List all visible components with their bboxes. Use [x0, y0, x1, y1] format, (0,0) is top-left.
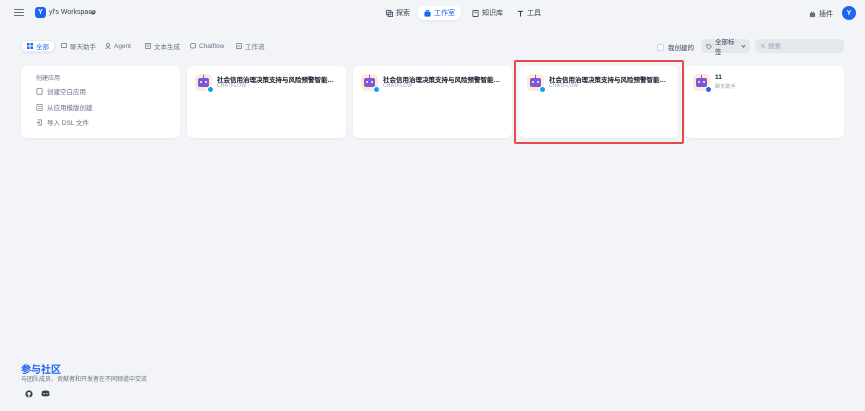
nav-tools[interactable]: 工具: [511, 6, 547, 20]
app-mode: CHATFLOW: [217, 83, 247, 89]
search-box[interactable]: [755, 39, 844, 53]
tag-icon: [706, 43, 712, 49]
app-mode: 聊天助手: [715, 84, 736, 90]
menu-icon[interactable]: [14, 9, 24, 18]
search-input[interactable]: [768, 42, 838, 50]
nav-studio[interactable]: 工作室: [418, 6, 461, 20]
text-icon: [145, 43, 151, 49]
workflow-icon: [236, 43, 242, 49]
tab-text-generation[interactable]: 文本生成: [140, 40, 185, 52]
discord-icon[interactable]: [41, 389, 50, 398]
tab-all[interactable]: 全部: [21, 40, 55, 52]
tab-chatflow-label: Chatflow: [199, 42, 225, 50]
tab-agent[interactable]: Agent: [100, 40, 136, 52]
plugin-icon: [809, 10, 816, 17]
workspace-name[interactable]: yl's Workspace: [49, 9, 96, 16]
tools-icon: [517, 10, 524, 17]
chat-icon: [61, 43, 67, 48]
nav-explore[interactable]: 探索: [380, 6, 416, 20]
tab-chat-assistant[interactable]: 聊天助手: [56, 40, 101, 52]
tab-workflow-label: 工作流: [245, 44, 265, 51]
studio-icon: [424, 9, 431, 17]
created-by-me-label: 我创建的: [668, 45, 694, 52]
chevron-down-icon: [741, 42, 746, 48]
user-avatar[interactable]: Y: [842, 6, 856, 20]
tab-chatflow[interactable]: Chatflow: [185, 40, 229, 52]
tab-workflow[interactable]: 工作流: [231, 40, 270, 52]
nav-tools-label: 工具: [527, 10, 541, 17]
created-by-me-filter[interactable]: 我创建的: [657, 42, 694, 52]
create-blank-app-label: 创建空白应用: [47, 89, 86, 96]
app-card[interactable]: 社会信用治理决策支持与风险预警智能分... CHATFLOW: [187, 66, 346, 138]
app-mode: CHATFLOW: [383, 83, 413, 89]
app-card[interactable]: 社会信用治理决策支持与风险预警智能分... CHATFLOW: [353, 66, 512, 138]
plugin-label: 插件: [819, 11, 833, 18]
chatflow-icon: [190, 43, 196, 49]
created-by-me-checkbox[interactable]: [657, 43, 664, 51]
tag-filter-dropdown[interactable]: 全部标签: [701, 39, 750, 56]
app-card[interactable]: 社会信用治理决策支持与风险预警智能分析 CHATFLOW: [519, 66, 678, 138]
tab-all-label: 全部: [36, 44, 49, 51]
template-icon: [36, 103, 43, 111]
plugin-button[interactable]: 插件: [809, 9, 833, 19]
workspace-avatar[interactable]: Y: [35, 7, 46, 18]
create-from-template-button[interactable]: 从应用模版创建: [36, 102, 93, 112]
chat-badge-icon: [705, 86, 712, 93]
tab-agent-label: Agent: [114, 42, 131, 50]
nav-knowledge-label: 知识库: [482, 10, 503, 17]
tab-chat-assistant-label: 聊天助手: [70, 44, 96, 51]
community-subtitle: 与团队成员、贡献者和开发者在不同频道中交流: [21, 377, 148, 383]
app-mode: CHATFLOW: [549, 83, 579, 89]
blank-file-icon: [36, 87, 43, 95]
import-dsl-button[interactable]: 导入 DSL 文件: [36, 117, 89, 127]
app-name: 11: [715, 74, 722, 81]
create-app-title: 创建应用: [36, 76, 61, 82]
create-blank-app-button[interactable]: 创建空白应用: [36, 86, 86, 96]
github-icon[interactable]: [24, 389, 33, 398]
create-app-card: 创建应用 创建空白应用 从应用模版创建 导入 DSL 文件: [21, 66, 180, 138]
search-icon: [761, 44, 765, 48]
knowledge-icon: [472, 9, 479, 17]
chatflow-badge-icon: [373, 86, 380, 93]
tag-filter-label: 全部标签: [715, 39, 735, 56]
nav-studio-label: 工作室: [434, 10, 455, 17]
create-from-template-label: 从应用模版创建: [47, 105, 93, 112]
nav-knowledge[interactable]: 知识库: [466, 6, 509, 20]
grid-icon: [27, 43, 33, 49]
chatflow-badge-icon: [207, 86, 214, 93]
agent-icon: [105, 43, 111, 49]
tab-text-generation-label: 文本生成: [154, 44, 180, 51]
explore-icon: [386, 9, 393, 17]
import-dsl-label: 导入 DSL 文件: [47, 120, 90, 127]
nav-explore-label: 探索: [396, 10, 410, 17]
app-card[interactable]: 11 聊天助手: [685, 66, 844, 138]
top-bar: Y yl's Workspace 探索 工作室 知识库 工具 插件 Y: [0, 0, 865, 27]
import-icon: [36, 119, 42, 125]
chatflow-badge-icon: [539, 86, 546, 93]
